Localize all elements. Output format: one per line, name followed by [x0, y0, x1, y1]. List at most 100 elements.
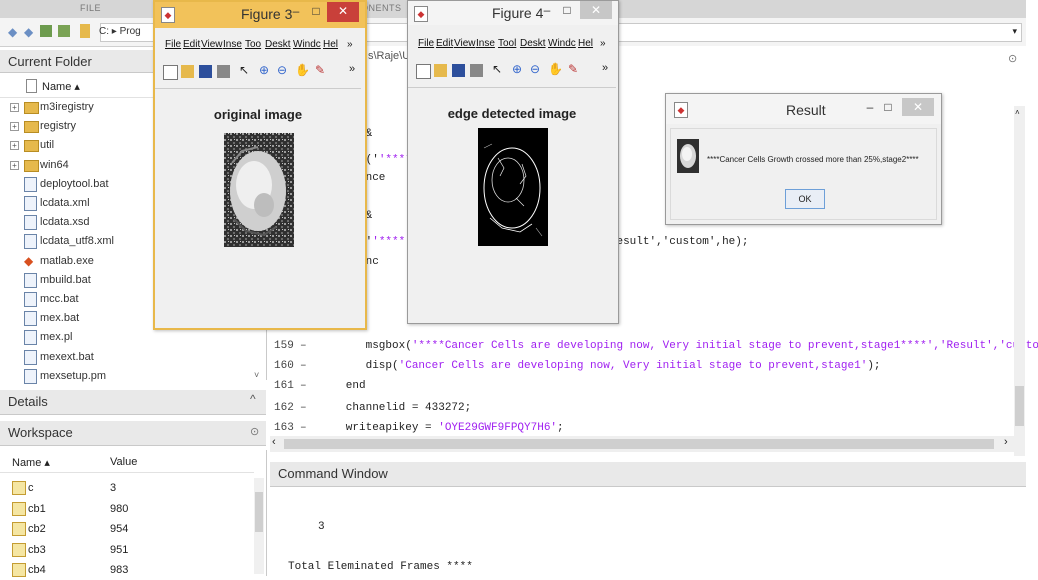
ws-value-column[interactable]: Value	[110, 456, 137, 468]
menu-tools[interactable]: Too	[245, 39, 261, 50]
save-icon[interactable]	[199, 65, 212, 78]
ok-button-label: OK	[798, 194, 812, 204]
pan-icon[interactable]: ✋	[295, 63, 310, 77]
data-cursor-icon[interactable]: ✎	[315, 63, 328, 77]
menu-insert[interactable]: Inse	[223, 39, 242, 50]
scroll-left-icon[interactable]: ‹	[272, 436, 276, 448]
menu-tools[interactable]: Tool	[498, 38, 516, 49]
new-figure-icon[interactable]	[416, 64, 431, 79]
variable-icon	[12, 542, 26, 557]
save-icon[interactable]	[452, 64, 465, 77]
menu-help[interactable]: Hel	[323, 39, 338, 50]
zoom-in-icon[interactable]: ⊕	[259, 63, 272, 77]
result-dialog[interactable]: ◆ Result – □ ✕ ****Cancer Cells Growth c…	[665, 93, 942, 225]
workspace-row[interactable]: cb3 951	[0, 540, 250, 560]
menu-overflow-icon[interactable]: »	[600, 38, 606, 49]
workspace-row[interactable]: cb4 983	[0, 560, 250, 580]
ok-button[interactable]: OK	[785, 189, 825, 209]
menu-window[interactable]: Windc	[548, 38, 576, 49]
details-header[interactable]: Details ^	[0, 390, 266, 415]
panel-options-icon[interactable]: ⊙	[1008, 52, 1017, 65]
figure4-window[interactable]: ◆ Figure 4 – □ ✕ File Edit View Inse Too…	[407, 0, 619, 324]
minimize-icon[interactable]: –	[287, 2, 305, 22]
workspace-row[interactable]: c3	[0, 478, 250, 498]
zoom-out-icon[interactable]: ⊖	[277, 63, 290, 77]
scroll-down-icon[interactable]: ˅	[254, 370, 259, 380]
close-icon[interactable]: ✕	[902, 98, 934, 116]
workspace-row[interactable]: cb1 980	[0, 499, 250, 519]
h-scroll-thumb[interactable]	[284, 439, 994, 449]
pan-icon[interactable]: ✋	[548, 62, 563, 76]
toolbar-overflow-icon[interactable]: »	[602, 62, 615, 75]
close-icon[interactable]: ✕	[580, 1, 612, 19]
panel-options-icon[interactable]: ⊙	[250, 425, 259, 438]
file-icon	[24, 215, 37, 231]
editor-v-scrollbar[interactable]: ˄	[1014, 106, 1025, 456]
menu-edit[interactable]: Edit	[183, 39, 200, 50]
ws-name-column[interactable]: Name ▴	[12, 456, 50, 469]
scroll-up-icon[interactable]: ˄	[1015, 108, 1020, 117]
print-icon[interactable]	[470, 64, 483, 77]
expand-icon[interactable]: +	[10, 141, 19, 151]
toolbar-overflow-icon[interactable]: »	[349, 63, 362, 76]
expand-icon[interactable]: +	[10, 160, 19, 170]
menu-view[interactable]: View	[454, 38, 476, 49]
print-icon[interactable]	[217, 65, 230, 78]
menu-file[interactable]: File	[418, 38, 434, 49]
figure3-titlebar[interactable]: ◆ Figure 3 – □ ✕	[155, 2, 365, 28]
up-folder-icon[interactable]	[40, 25, 52, 37]
zoom-out-icon[interactable]: ⊖	[530, 62, 543, 76]
menu-overflow-icon[interactable]: »	[347, 39, 353, 50]
menu-window[interactable]: Windc	[293, 39, 321, 50]
new-figure-icon[interactable]	[163, 65, 178, 80]
chevron-down-icon[interactable]: ▾	[1012, 26, 1017, 37]
menu-desktop[interactable]: Deskt	[520, 38, 546, 49]
matlab-logo-icon: ◆	[674, 102, 688, 118]
menu-desktop[interactable]: Deskt	[265, 39, 291, 50]
data-cursor-icon[interactable]: ✎	[568, 62, 581, 76]
forward-arrow-icon[interactable]: ◆	[24, 25, 33, 39]
maximize-icon[interactable]: □	[558, 1, 576, 21]
menu-file[interactable]: File	[165, 39, 181, 50]
expand-icon[interactable]: +	[10, 122, 19, 132]
minimize-icon[interactable]: –	[538, 1, 556, 21]
file-tab[interactable]: FILE	[80, 3, 101, 13]
back-arrow-icon[interactable]: ◆	[8, 25, 17, 39]
ws-scrollbar[interactable]	[254, 478, 264, 574]
figure3-window[interactable]: ◆ Figure 3 – □ ✕ File Edit View Inse Too…	[153, 0, 367, 330]
folder-icon	[24, 102, 39, 114]
open-file-icon[interactable]	[181, 65, 194, 78]
editor-h-scrollbar[interactable]: ‹ ›	[270, 436, 1014, 452]
ws-scroll-thumb[interactable]	[255, 492, 263, 532]
folder-list-item[interactable]: mex.pl	[0, 328, 252, 348]
editor-scroll-thumb[interactable]	[1015, 386, 1024, 426]
maximize-icon[interactable]: □	[307, 2, 325, 22]
folder-item-label: mex.bat	[40, 312, 80, 325]
scroll-right-icon[interactable]: ›	[1004, 436, 1008, 448]
zoom-in-icon[interactable]: ⊕	[512, 62, 525, 76]
pointer-icon[interactable]: ↖	[239, 63, 252, 77]
open-file-icon[interactable]	[434, 64, 447, 77]
menu-insert[interactable]: Inse	[476, 38, 495, 49]
workspace-row[interactable]: cb2 954	[0, 519, 250, 539]
menu-view[interactable]: View	[201, 39, 223, 50]
command-window-header: Command Window	[270, 462, 1026, 487]
file-icon	[24, 349, 37, 365]
folder-list-item[interactable]: mexsetup.pm	[0, 367, 252, 387]
collapse-icon[interactable]: ^	[250, 392, 256, 406]
minimize-icon[interactable]: –	[862, 98, 878, 118]
figure4-titlebar[interactable]: ◆ Figure 4 – □ ✕	[408, 1, 618, 25]
pointer-icon[interactable]: ↖	[492, 62, 505, 76]
line-marker-icon: –	[300, 402, 307, 414]
result-titlebar[interactable]: ◆ Result – □ ✕	[666, 94, 941, 124]
folder-list-item[interactable]: mexext.bat	[0, 348, 252, 368]
folder-item-label: mcc.bat	[40, 293, 79, 305]
variable-name: cb2	[28, 523, 46, 535]
command-window[interactable]: 3 Total Eleminated Frames ****	[270, 487, 1026, 576]
maximize-icon[interactable]: □	[880, 98, 896, 118]
expand-icon[interactable]: +	[10, 103, 19, 112]
close-icon[interactable]: ✕	[327, 2, 359, 22]
browse-folder-icon[interactable]	[58, 25, 70, 37]
menu-help[interactable]: Hel	[578, 38, 593, 49]
menu-edit[interactable]: Edit	[436, 38, 453, 49]
